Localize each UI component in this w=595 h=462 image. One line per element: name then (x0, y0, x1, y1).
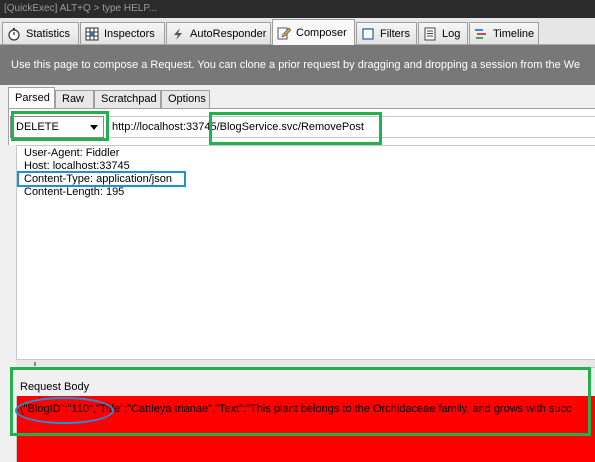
tab-statistics[interactable]: Statistics (2, 22, 79, 44)
request-body-text: {"BlogID":"110","Title":"Cattleya triana… (20, 403, 572, 415)
log-page-icon (424, 27, 436, 40)
request-headers-textarea[interactable]: User-Agent: Fiddler Host: localhost:3374… (16, 145, 595, 360)
tab-statistics-label: Statistics (26, 27, 71, 40)
composer-help-banner: Use this page to compose a Request. You … (0, 45, 595, 85)
tab-autoresponder[interactable]: AutoResponder (166, 22, 271, 44)
header-line: User-Agent: Fiddler (24, 147, 120, 159)
tab-filters[interactable]: Filters (356, 22, 417, 44)
banner-text: Use this page to compose a Request. You … (11, 59, 581, 71)
tab-filters-label: Filters (380, 27, 410, 40)
header-line: Content-Length: 195 (24, 186, 125, 198)
main-tab-strip: Statistics Inspectors AutoResponder Comp… (0, 18, 595, 45)
tab-composer-label: Composer (296, 26, 347, 39)
tab-scratchpad[interactable]: Scratchpad (94, 90, 161, 108)
header-line: Host: localhost:33745 (24, 160, 130, 172)
chevron-down-icon (90, 125, 98, 130)
panel-splitter[interactable] (16, 360, 595, 368)
tab-autoresponder-label: AutoResponder (190, 27, 267, 40)
timeline-bars-icon (475, 28, 486, 39)
quickexec-text: [QuickExec] ALT+Q > type HELP... (4, 3, 158, 14)
tab-inspectors-label: Inspectors (104, 27, 155, 40)
tab-timeline[interactable]: Timeline (469, 22, 539, 44)
tab-inspectors[interactable]: Inspectors (80, 22, 165, 44)
tab-timeline-label: Timeline (493, 27, 535, 40)
url-input[interactable]: http://localhost:33745/BlogService.svc/R… (108, 116, 595, 138)
tab-raw[interactable]: Raw (55, 90, 94, 108)
quickexec-bar[interactable]: [QuickExec] ALT+Q > type HELP... (0, 0, 595, 18)
http-method-select[interactable]: DELETE (10, 116, 104, 138)
header-line: Content-Type: application/json (24, 173, 172, 185)
tab-composer[interactable]: Composer (272, 19, 355, 45)
pencil-icon (277, 27, 291, 39)
request-body-label: Request Body (20, 381, 90, 393)
url-value: http://localhost:33745/BlogService.svc/R… (112, 121, 364, 133)
filter-checkbox-icon (362, 27, 374, 40)
inspector-grid-icon (85, 27, 99, 40)
tab-log-label: Log (442, 27, 461, 40)
composer-sub-tabs: Parsed Raw Scratchpad Options (0, 87, 595, 108)
splitter-grip-icon (34, 362, 36, 366)
lightning-icon (174, 27, 182, 40)
http-method-value: DELETE (16, 121, 59, 133)
stopwatch-icon (8, 27, 20, 41)
tab-parsed[interactable]: Parsed (8, 87, 55, 108)
tab-options[interactable]: Options (161, 90, 210, 108)
tab-log[interactable]: Log (418, 22, 468, 44)
